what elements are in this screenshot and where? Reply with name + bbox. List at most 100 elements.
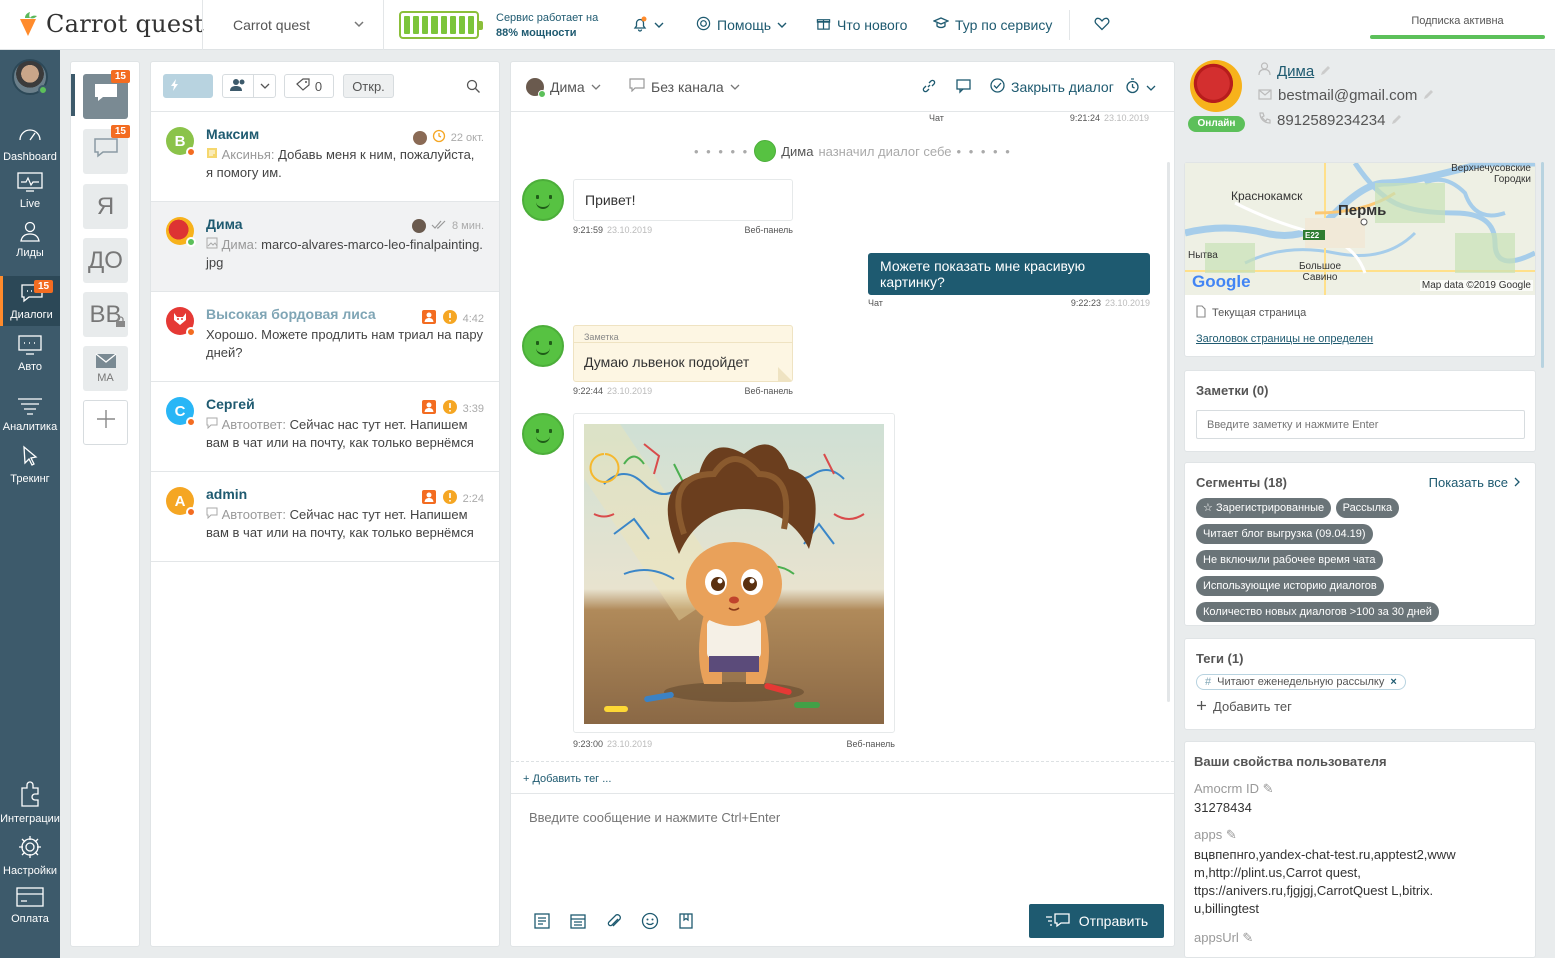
tag-count: 0 <box>314 78 323 94</box>
emoji-icon[interactable] <box>641 912 659 935</box>
assignee-filter[interactable] <box>222 74 276 98</box>
image-message[interactable] <box>573 413 895 733</box>
folder-label: ДО <box>88 246 123 274</box>
segment-chip[interactable]: Количество новых диалогов >100 за 30 дне… <box>1196 602 1439 622</box>
pencil-icon[interactable]: ✎ <box>1242 930 1253 945</box>
lightning-toggle[interactable] <box>163 74 213 98</box>
message-meta: Чат 9:22:23 23.10.2019 <box>868 298 1150 308</box>
segment-chip[interactable]: Использующие историю диалогов <box>1196 576 1384 596</box>
conversation-preview: Автоответ: Сейчас нас тут нет. Напишем в… <box>206 416 485 452</box>
top-bar: Carrot quest Carrot quest Сервис работае… <box>0 0 1555 50</box>
folder-all-open[interactable]: 15 <box>83 70 130 119</box>
heart-icon <box>1094 16 1110 34</box>
user-email[interactable]: bestmail@gmail.com <box>1278 87 1417 104</box>
close-icon[interactable]: × <box>1390 676 1396 688</box>
service-load-battery <box>399 11 483 39</box>
template-icon[interactable] <box>569 912 587 935</box>
panel-scrollbar[interactable] <box>1541 162 1544 368</box>
nav-live[interactable]: Live <box>0 171 60 210</box>
property-value-line: вцвпепнго,yandex-chat-test.ru,apptest2,w… <box>1194 847 1456 862</box>
segment-chip[interactable]: ☆ Зарегистрированные <box>1196 498 1332 518</box>
pencil-icon[interactable] <box>1423 87 1434 104</box>
folder-label: MA <box>97 372 114 384</box>
conversation-item[interactable]: Дима 8 мин. Дима: marco-alvares-marco-le… <box>151 202 499 292</box>
nav-auto[interactable]: Авто <box>0 334 60 373</box>
folder-me[interactable]: Я <box>83 184 128 229</box>
conversation-item[interactable]: В Максим 22 окт. Аксинья: Добавь меня к … <box>151 112 499 202</box>
message-meta: 9:21:59 23.10.2019 Веб-панель <box>573 225 793 235</box>
note-icon[interactable] <box>533 912 551 935</box>
conversation-item[interactable]: Высокая бордовая лиса 4:42 Хорошо. Может… <box>151 292 499 382</box>
dialogs-button[interactable] <box>955 78 973 97</box>
nav-integrations[interactable]: Интеграции <box>0 780 60 825</box>
note-icon <box>206 147 218 162</box>
location-map[interactable]: Краснокамск Пермь Верхнечусовские Городк… <box>1185 163 1535 295</box>
user-name[interactable]: Дима <box>1277 63 1314 80</box>
close-dialog-button[interactable]: Закрыть диалог <box>990 78 1114 96</box>
notifications-button[interactable] <box>632 0 664 50</box>
pencil-icon[interactable]: ✎ <box>1226 827 1237 842</box>
property-value-line: m,http://plint.us,Carrot quest, <box>1194 865 1361 880</box>
add-folder-button[interactable] <box>83 400 128 445</box>
tag-label: Читают еженедельную рассылку <box>1217 676 1385 688</box>
nav-billing[interactable]: Оплата <box>0 886 60 925</box>
pencil-icon[interactable] <box>1320 63 1331 80</box>
add-tag-button[interactable]: Добавить тег <box>1196 699 1524 714</box>
conversation-item[interactable]: С Сергей 3:39 Автоответ: Сейчас нас тут … <box>151 382 499 472</box>
folder-unassigned[interactable]: 15 <box>83 125 130 174</box>
map-label: Верхнечусовские Городки <box>1451 163 1531 185</box>
segment-chip[interactable]: Рассылка <box>1335 498 1400 518</box>
search-icon[interactable] <box>466 79 481 99</box>
tags-title: Теги (1) <box>1196 651 1244 666</box>
send-button[interactable]: Отправить <box>1029 904 1164 938</box>
paperclip-icon[interactable] <box>605 912 623 935</box>
nav-settings[interactable]: Настройки <box>0 834 60 877</box>
conversation-time: 22 окт. <box>450 131 484 144</box>
whats-new-link[interactable]: Что нового <box>816 0 907 50</box>
visitor-avatar <box>522 179 564 221</box>
channel-selector[interactable]: Без канала <box>629 78 740 95</box>
note-label: Заметка <box>574 326 792 343</box>
note-input[interactable] <box>1196 410 1525 439</box>
nav-dialogs[interactable]: Диалоги 15 <box>0 276 60 326</box>
conversation-item[interactable]: A admin 2:24 Автоответ: Сейчас нас тут н… <box>151 472 499 562</box>
snooze-button[interactable] <box>1125 78 1156 97</box>
segment-chip[interactable]: Читает блог выгрузка (09.04.19) <box>1196 524 1373 544</box>
nav-analytics[interactable]: Аналитика <box>0 396 60 433</box>
message-date: 23.10.2019 <box>1103 113 1149 123</box>
nav-tracking[interactable]: Трекинг <box>0 444 60 485</box>
folder-ma[interactable]: MA <box>83 346 128 391</box>
pencil-icon[interactable] <box>1391 112 1402 129</box>
chat-user-selector[interactable]: Дима <box>526 78 601 98</box>
add-tag-link[interactable]: + Добавить тег ... <box>511 761 1174 793</box>
chat-scrollbar[interactable] <box>1167 162 1170 702</box>
help-menu[interactable]: Помощь <box>696 0 787 50</box>
status-filter[interactable]: Откр. <box>343 74 394 98</box>
folder-do[interactable]: ДО <box>83 238 128 283</box>
nav-leads[interactable]: Лиды <box>0 220 60 259</box>
favorites-button[interactable] <box>1094 0 1110 50</box>
nav-dashboard[interactable]: Dashboard <box>0 122 60 163</box>
project-selector[interactable]: Carrot quest <box>202 0 384 50</box>
warning-icon <box>442 399 458 418</box>
tag-chip[interactable]: # Читают еженедельную рассылку × <box>1196 674 1406 690</box>
subscription-status[interactable]: Подписка активна <box>1370 0 1545 50</box>
logo[interactable]: Carrot quest <box>16 10 204 38</box>
link-button[interactable] <box>921 78 937 97</box>
pencil-icon[interactable]: ✎ <box>1263 781 1274 796</box>
service-tour-link[interactable]: Тур по сервису <box>932 0 1052 50</box>
user-avatar[interactable] <box>1190 60 1242 112</box>
tag-filter[interactable]: 0 <box>284 74 334 98</box>
lion-painting-image <box>584 424 884 724</box>
segment-chip[interactable]: Не включили рабочее время чата <box>1196 550 1383 570</box>
bookmark-icon[interactable] <box>677 912 695 935</box>
plus-icon <box>1196 699 1207 714</box>
conversation-preview: Автоответ: Сейчас нас тут нет. Напишем в… <box>206 506 485 542</box>
message-source: Веб-панель <box>744 386 793 396</box>
segments-card: Сегменты (18) Показать все ☆ Зарегистрир… <box>1184 462 1536 626</box>
page-title-link[interactable]: Заголовок страницы не определен <box>1185 321 1535 345</box>
folder-vv[interactable]: ВВ <box>83 292 128 337</box>
show-all-segments-link[interactable]: Показать все <box>1429 475 1521 490</box>
user-phone[interactable]: 8912589234234 <box>1277 112 1385 129</box>
message-input[interactable] <box>529 810 1149 880</box>
